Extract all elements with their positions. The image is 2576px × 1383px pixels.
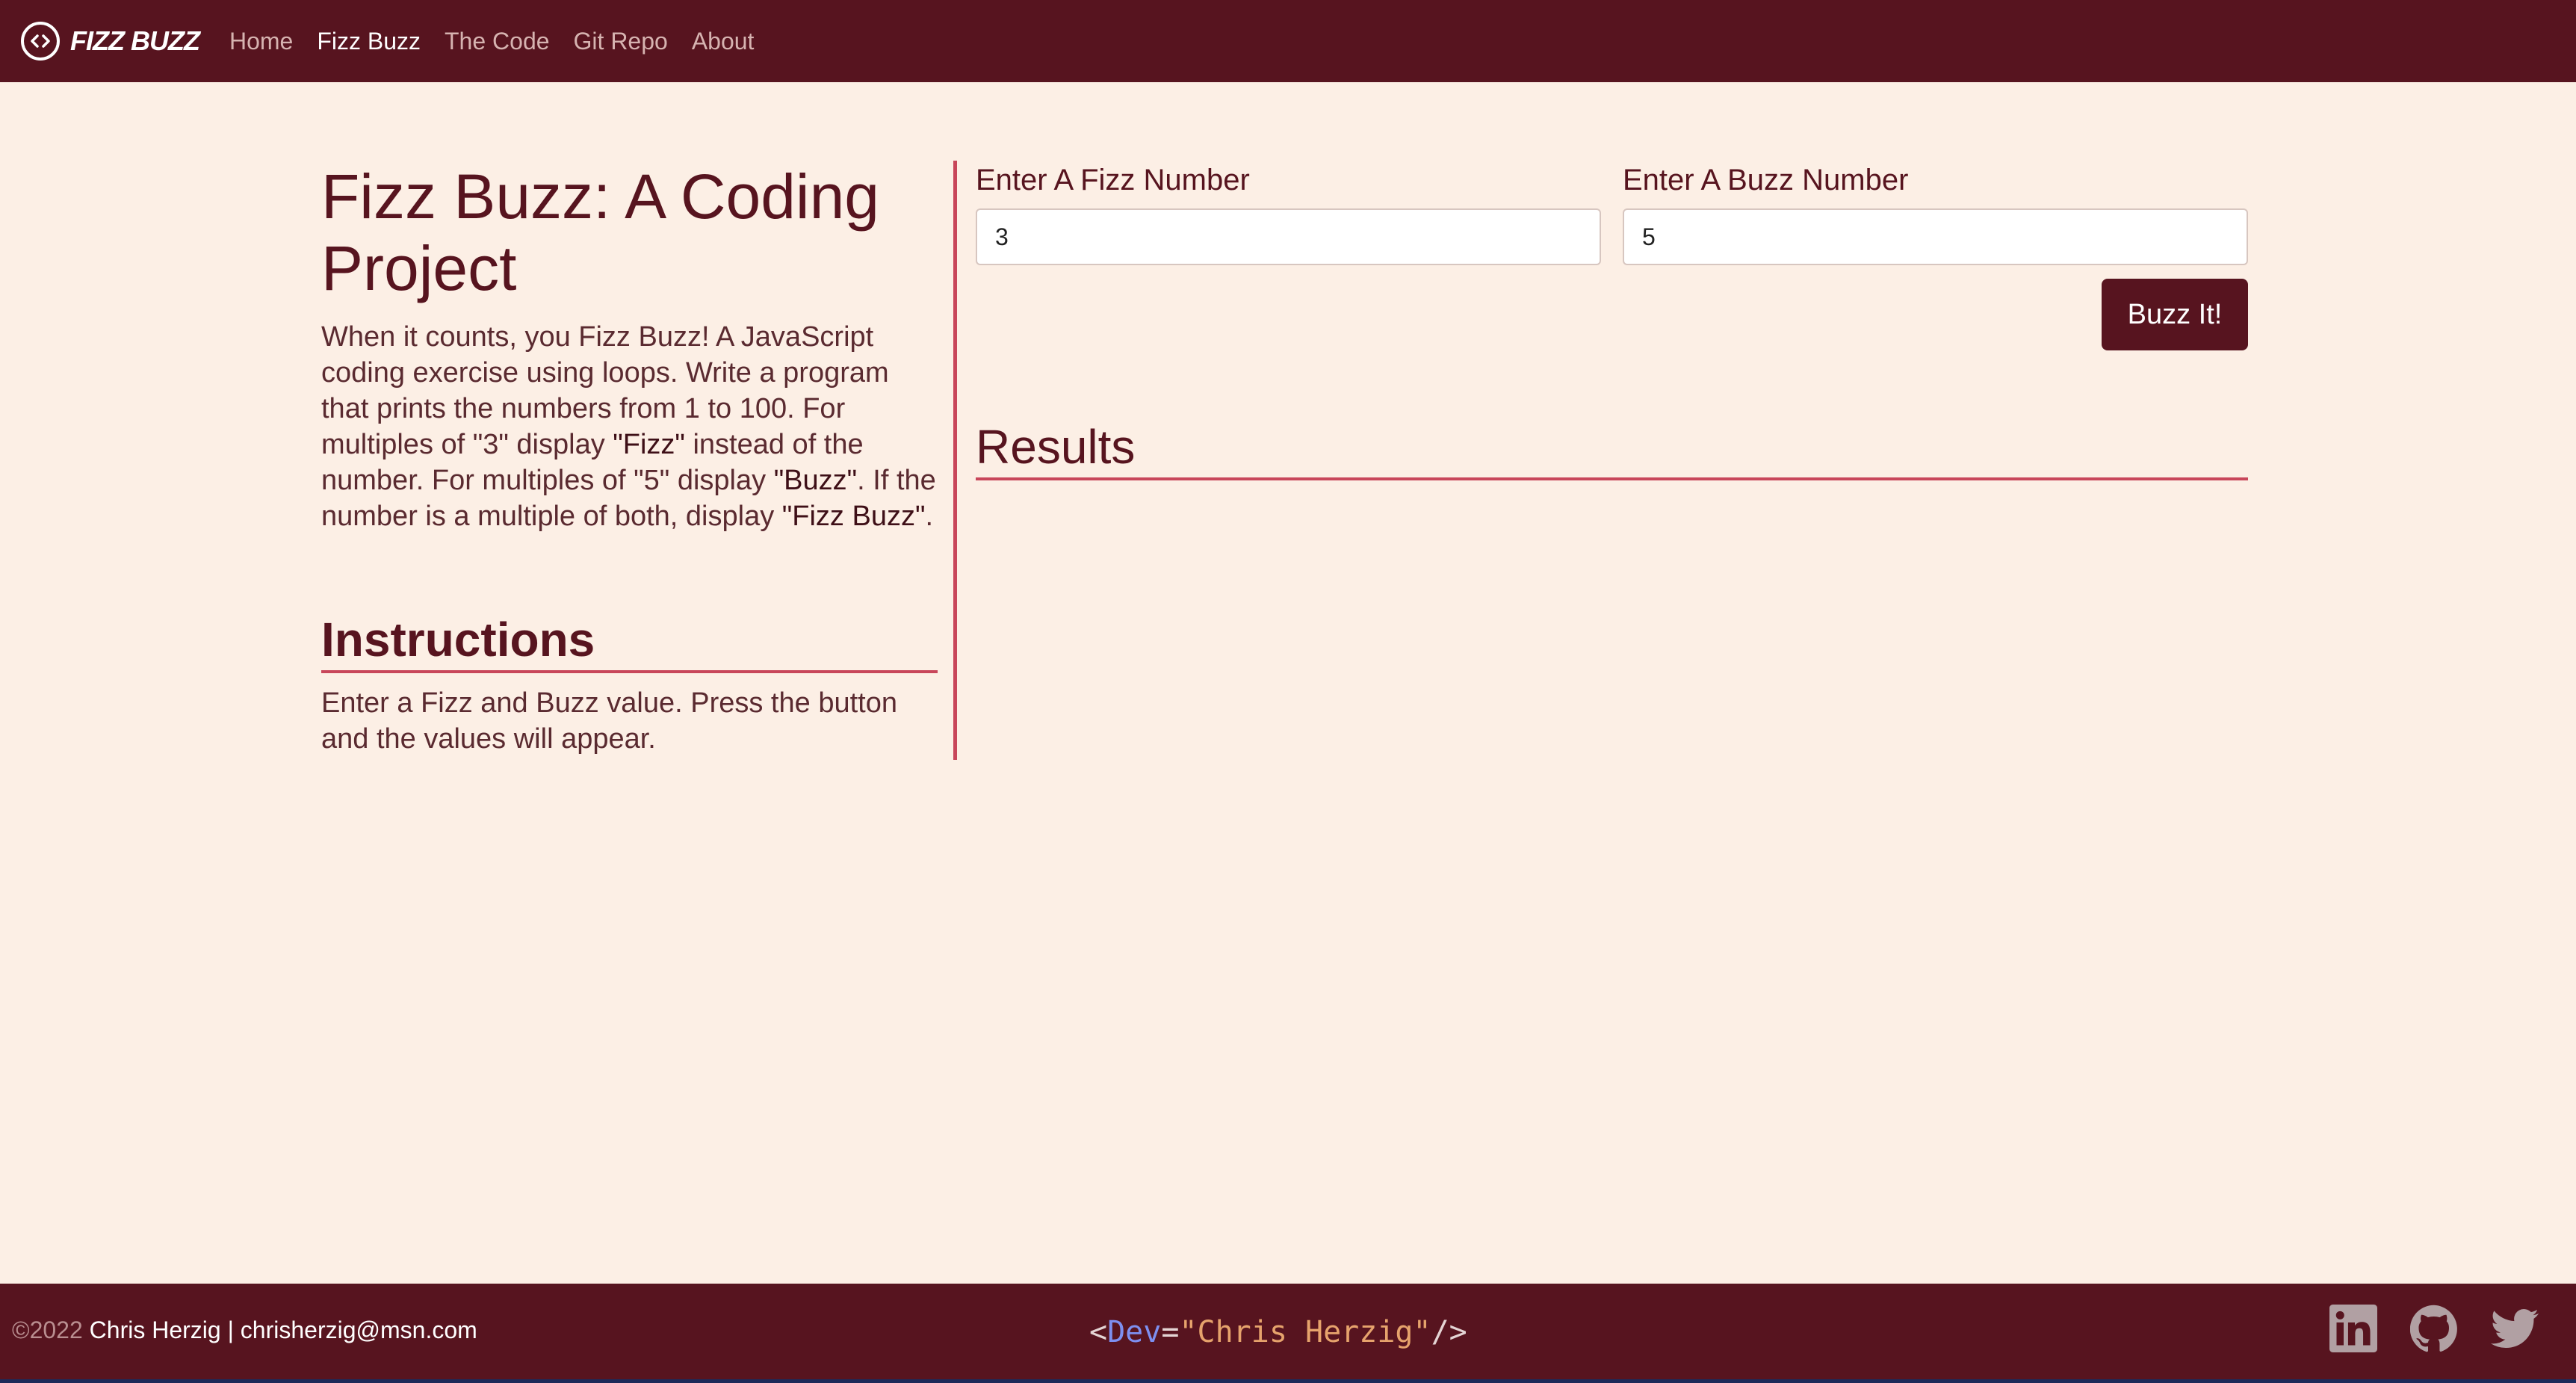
nav-fizz-buzz[interactable]: Fizz Buzz: [317, 28, 421, 55]
page-title: Fizz Buzz: A Coding Project: [321, 161, 880, 303]
twitter-icon[interactable]: [2491, 1305, 2539, 1352]
instructions-heading: Instructions: [321, 610, 938, 673]
intro-fizzbuzz: "Fizz Buzz": [781, 501, 926, 532]
footer: ©2022 Chris Herzig | chrisherzig@msn.com…: [0, 1284, 2576, 1383]
bottom-strip: [0, 1379, 2576, 1383]
social-links: [2329, 1305, 2539, 1352]
code-brackets-icon: [21, 22, 60, 61]
code-close: />: [1431, 1315, 1467, 1349]
brand[interactable]: FIZZ BUZZ: [21, 22, 200, 61]
intro-fizz: "Fizz": [613, 429, 685, 460]
buzz-it-button[interactable]: Buzz It!: [2102, 279, 2248, 350]
intro-buzz: "Buzz": [773, 465, 858, 496]
buzz-input[interactable]: [1623, 208, 2248, 265]
linkedin-icon[interactable]: [2329, 1305, 2377, 1352]
nav-git-repo[interactable]: Git Repo: [574, 28, 668, 55]
nav-about[interactable]: About: [692, 28, 755, 55]
input-row: Enter A Fizz Number Enter A Buzz Number: [976, 161, 2248, 265]
code-eq: =: [1161, 1315, 1180, 1349]
author-contact: Chris Herzig | chrisherzig@msn.com: [82, 1317, 477, 1343]
form-section: Enter A Fizz Number Enter A Buzz Number …: [976, 161, 2248, 480]
nav-home[interactable]: Home: [229, 28, 293, 55]
fizz-input[interactable]: [976, 208, 1601, 265]
code-open: <: [1089, 1315, 1108, 1349]
fizz-label: Enter A Fizz Number: [976, 164, 1250, 197]
results-heading: Results: [976, 418, 2248, 480]
code-string: "Chris Herzig": [1179, 1315, 1431, 1349]
buzz-field: Enter A Buzz Number: [1623, 161, 2248, 265]
intro-text-4: .: [925, 501, 933, 532]
buzz-label: Enter A Buzz Number: [1623, 164, 1909, 197]
intro-section: Fizz Buzz: A Coding Project When it coun…: [321, 161, 938, 757]
nav-the-code[interactable]: The Code: [445, 28, 550, 55]
fizz-field: Enter A Fizz Number: [976, 161, 1601, 265]
footer-credit: ©2022 Chris Herzig | chrisherzig@msn.com: [12, 1317, 477, 1344]
github-icon[interactable]: [2410, 1305, 2458, 1352]
intro-paragraph: When it counts, you Fizz Buzz! A JavaScr…: [321, 319, 938, 534]
column-divider: [953, 161, 957, 760]
button-row: Buzz It!: [976, 279, 2248, 350]
copyright-year: ©2022: [12, 1317, 83, 1343]
dev-signature: <Dev="Chris Herzig"/>: [1089, 1315, 1467, 1349]
brand-text: FIZZ BUZZ: [70, 25, 200, 56]
code-tag: Dev: [1107, 1315, 1162, 1349]
instructions-text: Enter a Fizz and Buzz value. Press the b…: [321, 687, 897, 755]
navbar: FIZZ BUZZ Home Fizz Buzz The Code Git Re…: [0, 0, 2576, 82]
